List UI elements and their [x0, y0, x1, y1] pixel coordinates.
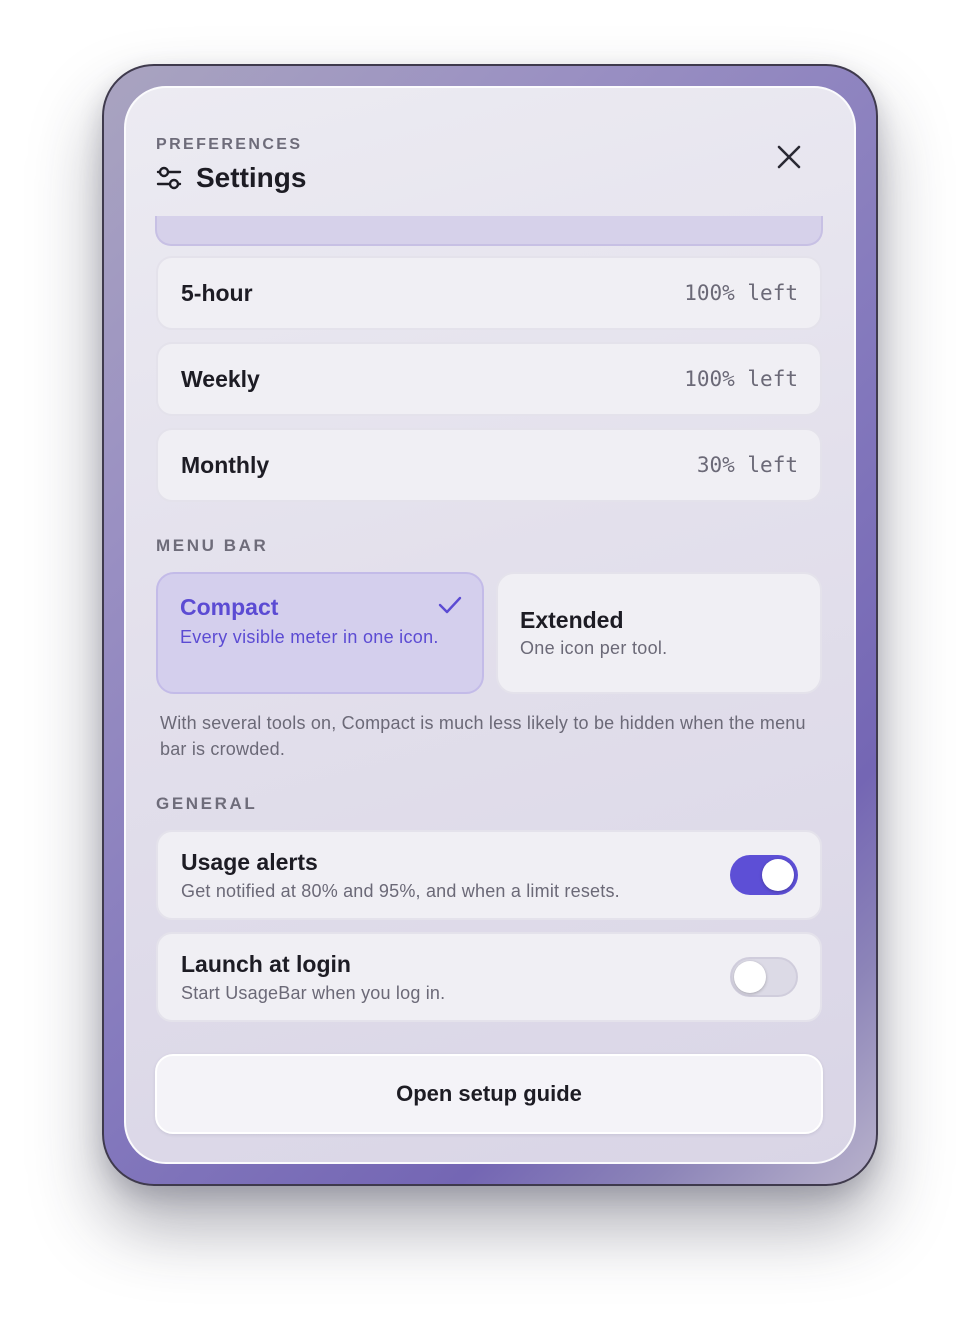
- menu-bar-help-text: With several tools on, Compact is much l…: [160, 713, 806, 759]
- panel-eyebrow: PREFERENCES: [156, 136, 303, 153]
- close-icon: [777, 145, 801, 174]
- setting-description: Start UsageBar when you log in.: [181, 982, 446, 1003]
- setting-title: Usage alerts: [181, 848, 318, 875]
- scrolled-card-edge: [155, 216, 823, 246]
- meter-row-5-hour: 5-hour 100% left: [156, 256, 822, 330]
- setting-row-usage-alerts: Usage alerts Get notified at 80% and 95%…: [156, 830, 822, 920]
- meter-row-monthly: Monthly 30% left: [156, 428, 822, 502]
- usage-alerts-toggle[interactable]: [730, 855, 798, 895]
- meter-value: 100% left: [684, 281, 798, 305]
- section-label-menu-bar: MENU BAR: [156, 536, 269, 555]
- toggle-knob: [734, 961, 766, 993]
- setting-row-launch-at-login: Launch at login Start UsageBar when you …: [156, 932, 822, 1022]
- section-label-general: GENERAL: [156, 794, 258, 813]
- setting-text: Launch at login Start UsageBar when you …: [181, 951, 445, 1004]
- option-description: One icon per tool.: [520, 638, 668, 658]
- option-title: Extended: [520, 607, 624, 633]
- option-title: Compact: [180, 594, 279, 620]
- meter-label: Monthly: [181, 451, 270, 478]
- meter-label: 5-hour: [181, 279, 253, 306]
- toggle-knob: [762, 859, 794, 891]
- page-title: Settings: [196, 162, 307, 193]
- open-setup-guide-button[interactable]: Open setup guide: [155, 1054, 823, 1134]
- meter-value: 100% left: [684, 367, 798, 391]
- checkmark-icon: [438, 596, 462, 619]
- setting-description: Get notified at 80% and 95%, and when a …: [181, 880, 620, 901]
- menu-bar-option-extended[interactable]: Extended One icon per tool.: [496, 572, 822, 694]
- sliders-icon: [156, 165, 182, 191]
- settings-panel: PREFERENCES Settings 5-hour 100% left We…: [124, 86, 856, 1164]
- option-description: Every visible meter in one icon.: [180, 627, 439, 647]
- meter-row-weekly: Weekly 100% left: [156, 342, 822, 416]
- meter-value: 30% left: [696, 453, 798, 477]
- launch-at-login-toggle[interactable]: [730, 957, 798, 997]
- setting-title: Launch at login: [181, 950, 351, 977]
- menu-bar-option-compact[interactable]: Compact Every visible meter in one icon.: [156, 572, 484, 694]
- meter-label: Weekly: [181, 365, 260, 392]
- panel-title-row: Settings: [156, 162, 306, 194]
- close-button[interactable]: [772, 142, 806, 176]
- setting-text: Usage alerts Get notified at 80% and 95%…: [181, 849, 620, 902]
